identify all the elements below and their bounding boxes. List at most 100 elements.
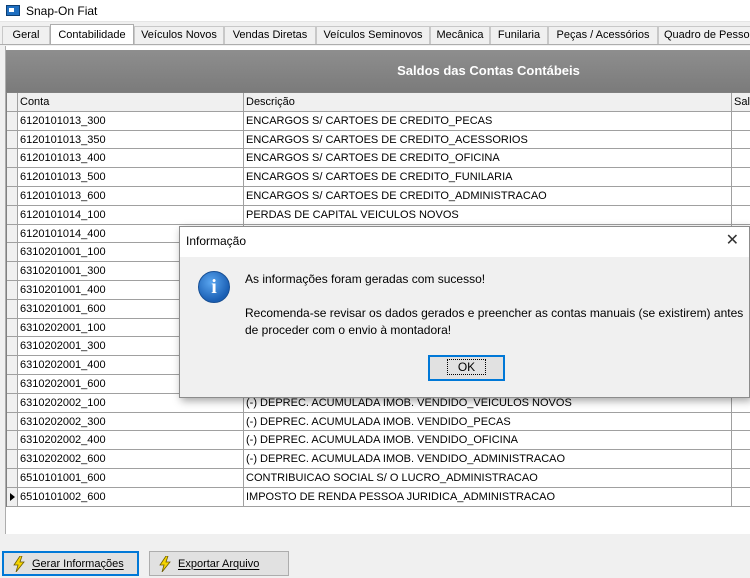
tab-strip: Geral Contabilidade Veículos Novos Venda… [0,24,750,45]
tab-veiculos-novos[interactable]: Veículos Novos [134,26,224,44]
row-indicator[interactable] [7,393,18,412]
column-header-conta[interactable]: Conta [18,93,244,111]
close-icon[interactable]: ✕ [726,230,739,250]
cell-saldo[interactable] [732,488,750,506]
cell-saldo[interactable] [732,431,750,449]
current-row-pointer-icon [10,492,15,501]
dialog-message-recommendation: Recomenda-se revisar os dados gerados e … [245,306,744,337]
tab-contabilidade[interactable]: Contabilidade [50,24,134,44]
row-indicator-header [7,93,18,111]
cell-saldo[interactable] [732,112,750,130]
row-indicator[interactable] [7,318,18,337]
cell-descricao[interactable]: PERDAS DE CAPITAL VEICULOS NOVOS [244,205,732,224]
cell-conta[interactable]: 6120101013_350 [18,130,244,149]
table-row[interactable]: 6120101013_300 ENCARGOS S/ CARTOES DE CRE… [7,111,750,131]
ok-button-label: OK [446,359,487,375]
row-indicator[interactable] [7,356,18,374]
cell-conta[interactable]: 6310202002_600 [18,450,244,468]
row-indicator[interactable] [7,224,18,243]
row-indicator[interactable] [7,149,18,168]
cell-descricao[interactable]: ENCARGOS S/ CARTOES DE CREDITO_PECAS [244,111,732,130]
grid-title-bar: Saldos das Contas Contábeis [6,50,750,94]
row-indicator[interactable] [7,412,18,431]
column-header-descricao[interactable]: Descrição [244,93,732,111]
title-bar: Snap-On Fiat [0,0,750,22]
cell-descricao[interactable]: CONTRIBUICAO SOCIAL S/ O LUCRO_ADMINISTR… [244,468,732,487]
lightning-bolt-icon [13,555,25,572]
cell-saldo[interactable] [732,469,750,487]
dialog-message-success: As informações foram geradas com sucesso… [245,272,486,286]
cell-descricao[interactable]: ENCARGOS S/ CARTOES DE CREDITO_OFICINA [244,149,732,168]
cell-conta[interactable]: 6310202002_400 [18,431,244,450]
row-indicator[interactable] [7,299,18,318]
cell-descricao[interactable]: IMPOSTO DE RENDA PESSOA JURIDICA_ADMINIS… [244,487,732,506]
exportar-arquivo-label: Exportar Arquivo [178,557,260,570]
cell-conta[interactable]: 6120101013_300 [18,111,244,130]
exportar-arquivo-button[interactable]: Exportar Arquivo [149,551,289,576]
lightning-bolt-icon [159,555,171,572]
cell-descricao[interactable]: (-) DEPREC. ACUMULADA IMOB. VENDIDO_ADMI… [244,450,732,468]
window-title: Snap-On Fiat [26,4,98,18]
cell-conta[interactable]: 6120101013_400 [18,149,244,168]
table-row-current[interactable]: 6510101002_600 IMPOSTO DE RENDA PESSOA JU… [7,487,750,507]
cell-saldo[interactable] [732,168,750,186]
cell-saldo[interactable] [732,450,750,468]
table-row[interactable]: 6120101013_600 ENCARGOS S/ CARTOES DE CRE… [7,186,750,206]
cell-descricao[interactable]: ENCARGOS S/ CARTOES DE CREDITO_ACESSORIO… [244,130,732,149]
cell-conta[interactable]: 6510101001_600 [18,468,244,487]
cell-saldo[interactable] [732,131,750,149]
cell-saldo[interactable] [732,187,750,205]
table-row[interactable]: 6310202002_300 (-) DEPREC. ACUMULADA IMOB… [7,412,750,432]
grid-header-row: Conta Descrição Saldo [7,93,750,112]
table-row[interactable]: 6310202002_400 (-) DEPREC. ACUMULADA IMOB… [7,431,750,451]
dialog-body: i As informações foram geradas com suces… [180,257,749,397]
cell-conta[interactable]: 6120101014_100 [18,205,244,224]
row-indicator[interactable] [7,243,18,262]
row-indicator-current[interactable] [7,487,18,506]
column-header-saldo[interactable]: Saldo [732,93,750,111]
row-indicator[interactable] [7,205,18,224]
bottom-toolbar: Gerar Informações Exportar Arquivo [0,537,750,578]
row-indicator[interactable] [7,130,18,149]
dialog-title: Informação [186,234,247,248]
tab-mecanica[interactable]: Mecânica [430,26,490,44]
tab-pecas-acessorios[interactable]: Peças / Acessórios [548,26,658,44]
table-row[interactable]: 6120101013_350 ENCARGOS S/ CARTOES DE CRE… [7,130,750,150]
cell-conta[interactable]: 6510101002_600 [18,487,244,506]
cell-conta[interactable]: 6310202002_300 [18,412,244,431]
cell-descricao[interactable]: ENCARGOS S/ CARTOES DE CREDITO_FUNILARIA [244,168,732,186]
ok-button[interactable]: OK [428,355,505,381]
row-indicator[interactable] [7,450,18,468]
row-indicator[interactable] [7,186,18,205]
row-indicator[interactable] [7,431,18,450]
cell-saldo[interactable] [732,149,750,167]
gerar-informacoes-button[interactable]: Gerar Informações [2,551,139,576]
table-row[interactable]: 6120101014_100 PERDAS DE CAPITAL VEICULOS… [7,205,750,225]
row-indicator[interactable] [7,280,18,299]
table-row[interactable]: 6120101013_400 ENCARGOS S/ CARTOES DE CRE… [7,149,750,169]
info-dialog: Informação ✕ i As informações foram gera… [179,226,750,398]
table-row[interactable]: 6310202002_600 (-) DEPREC. ACUMULADA IMOB… [7,450,750,469]
row-indicator[interactable] [7,337,18,356]
app-icon [6,5,20,16]
cell-saldo[interactable] [732,206,750,224]
row-indicator[interactable] [7,374,18,393]
row-indicator[interactable] [7,168,18,186]
row-indicator[interactable] [7,262,18,280]
row-indicator[interactable] [7,111,18,130]
cell-descricao[interactable]: (-) DEPREC. ACUMULADA IMOB. VENDIDO_PECA… [244,412,732,431]
table-row[interactable]: 6510101001_600 CONTRIBUICAO SOCIAL S/ O L… [7,468,750,488]
tab-quadro-de-pessoal[interactable]: Quadro de Pessoal [658,26,750,44]
grid-title: Saldos das Contas Contábeis [397,63,580,78]
cell-saldo[interactable] [732,413,750,431]
cell-descricao[interactable]: (-) DEPREC. ACUMULADA IMOB. VENDIDO_OFIC… [244,431,732,450]
tab-funilaria[interactable]: Funilaria [490,26,548,44]
tab-veiculos-seminovos[interactable]: Veículos Seminovos [316,26,430,44]
tab-vendas-diretas[interactable]: Vendas Diretas [224,26,316,44]
table-row[interactable]: 6120101013_500 ENCARGOS S/ CARTOES DE CRE… [7,168,750,187]
row-indicator[interactable] [7,468,18,487]
cell-descricao[interactable]: ENCARGOS S/ CARTOES DE CREDITO_ADMINISTR… [244,186,732,205]
tab-geral[interactable]: Geral [2,26,50,44]
cell-conta[interactable]: 6120101013_500 [18,168,244,186]
cell-conta[interactable]: 6120101013_600 [18,186,244,205]
